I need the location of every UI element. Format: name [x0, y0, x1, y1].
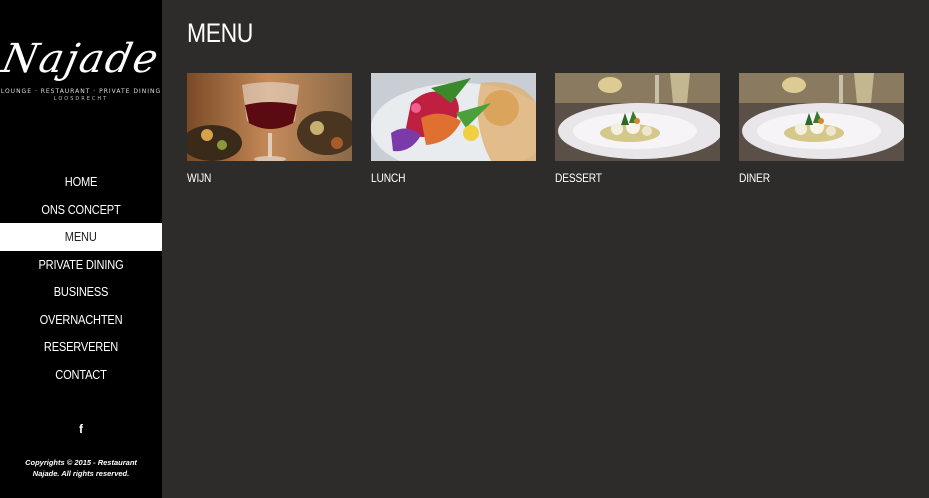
nav-item-contact[interactable]: CONTACT: [12, 361, 150, 389]
nav-item-business[interactable]: BUSINESS: [12, 278, 150, 306]
nav-item-overnachten[interactable]: OVERNACHTEN: [12, 306, 150, 334]
nav-item-label: PRIVATE DINING: [38, 256, 124, 272]
logo-tagline: LOUNGE · RESTAURANT · PRIVATE DINING: [0, 88, 162, 95]
copyright: Copyrights © 2015 - Restaurant Najade. A…: [0, 457, 162, 479]
main-nav: HOME ONS CONCEPT MENU PRIVATE DINING BUS…: [0, 168, 162, 388]
copyright-line-1: Copyrights © 2015 - Restaurant: [25, 458, 137, 467]
facebook-icon[interactable]: f: [75, 421, 87, 437]
nav-item-label: OVERNACHTEN: [39, 311, 123, 327]
dessert-photo[interactable]: [555, 73, 720, 161]
card-label: DINER: [739, 171, 770, 185]
nav-item-label: RESERVEREN: [43, 339, 119, 354]
nav-item-ons-concept[interactable]: ONS CONCEPT: [12, 196, 150, 224]
logo[interactable]: Najade LOUNGE · RESTAURANT · PRIVATE DIN…: [0, 36, 164, 122]
card-label: DESSERT: [555, 171, 602, 185]
nav-item-label: MENU: [65, 229, 97, 244]
nav-item-private-dining[interactable]: PRIVATE DINING: [12, 251, 150, 279]
menu-card-wijn[interactable]: WIJN: [187, 73, 352, 185]
card-label: WIJN: [187, 171, 212, 185]
page-title: MENU: [187, 18, 253, 48]
copyright-line-2: Najade. All rights reserved.: [32, 469, 130, 478]
nav-item-label: BUSINESS: [53, 284, 109, 299]
diner-photo[interactable]: [739, 73, 904, 161]
nav-item-reserveren[interactable]: RESERVEREN: [12, 333, 150, 361]
nav-item-label: ONS CONCEPT: [41, 201, 121, 217]
card-label: LUNCH: [371, 171, 406, 185]
menu-card-diner[interactable]: DINER: [739, 73, 904, 185]
nav-item-menu[interactable]: MENU: [0, 223, 162, 251]
logo-wordmark: Najade: [0, 36, 165, 82]
sidebar: Najade LOUNGE · RESTAURANT · PRIVATE DIN…: [0, 0, 164, 498]
menu-card-lunch[interactable]: LUNCH: [371, 73, 536, 185]
menu-card-dessert[interactable]: DESSERT: [555, 73, 720, 185]
nav-item-home[interactable]: HOME: [12, 168, 150, 196]
logo-location: LOOSDRECHT: [53, 96, 109, 102]
nav-item-label: HOME: [64, 174, 98, 189]
lunch-photo[interactable]: [371, 73, 536, 161]
nav-item-label: CONTACT: [55, 366, 107, 382]
wine-photo[interactable]: [187, 73, 352, 161]
